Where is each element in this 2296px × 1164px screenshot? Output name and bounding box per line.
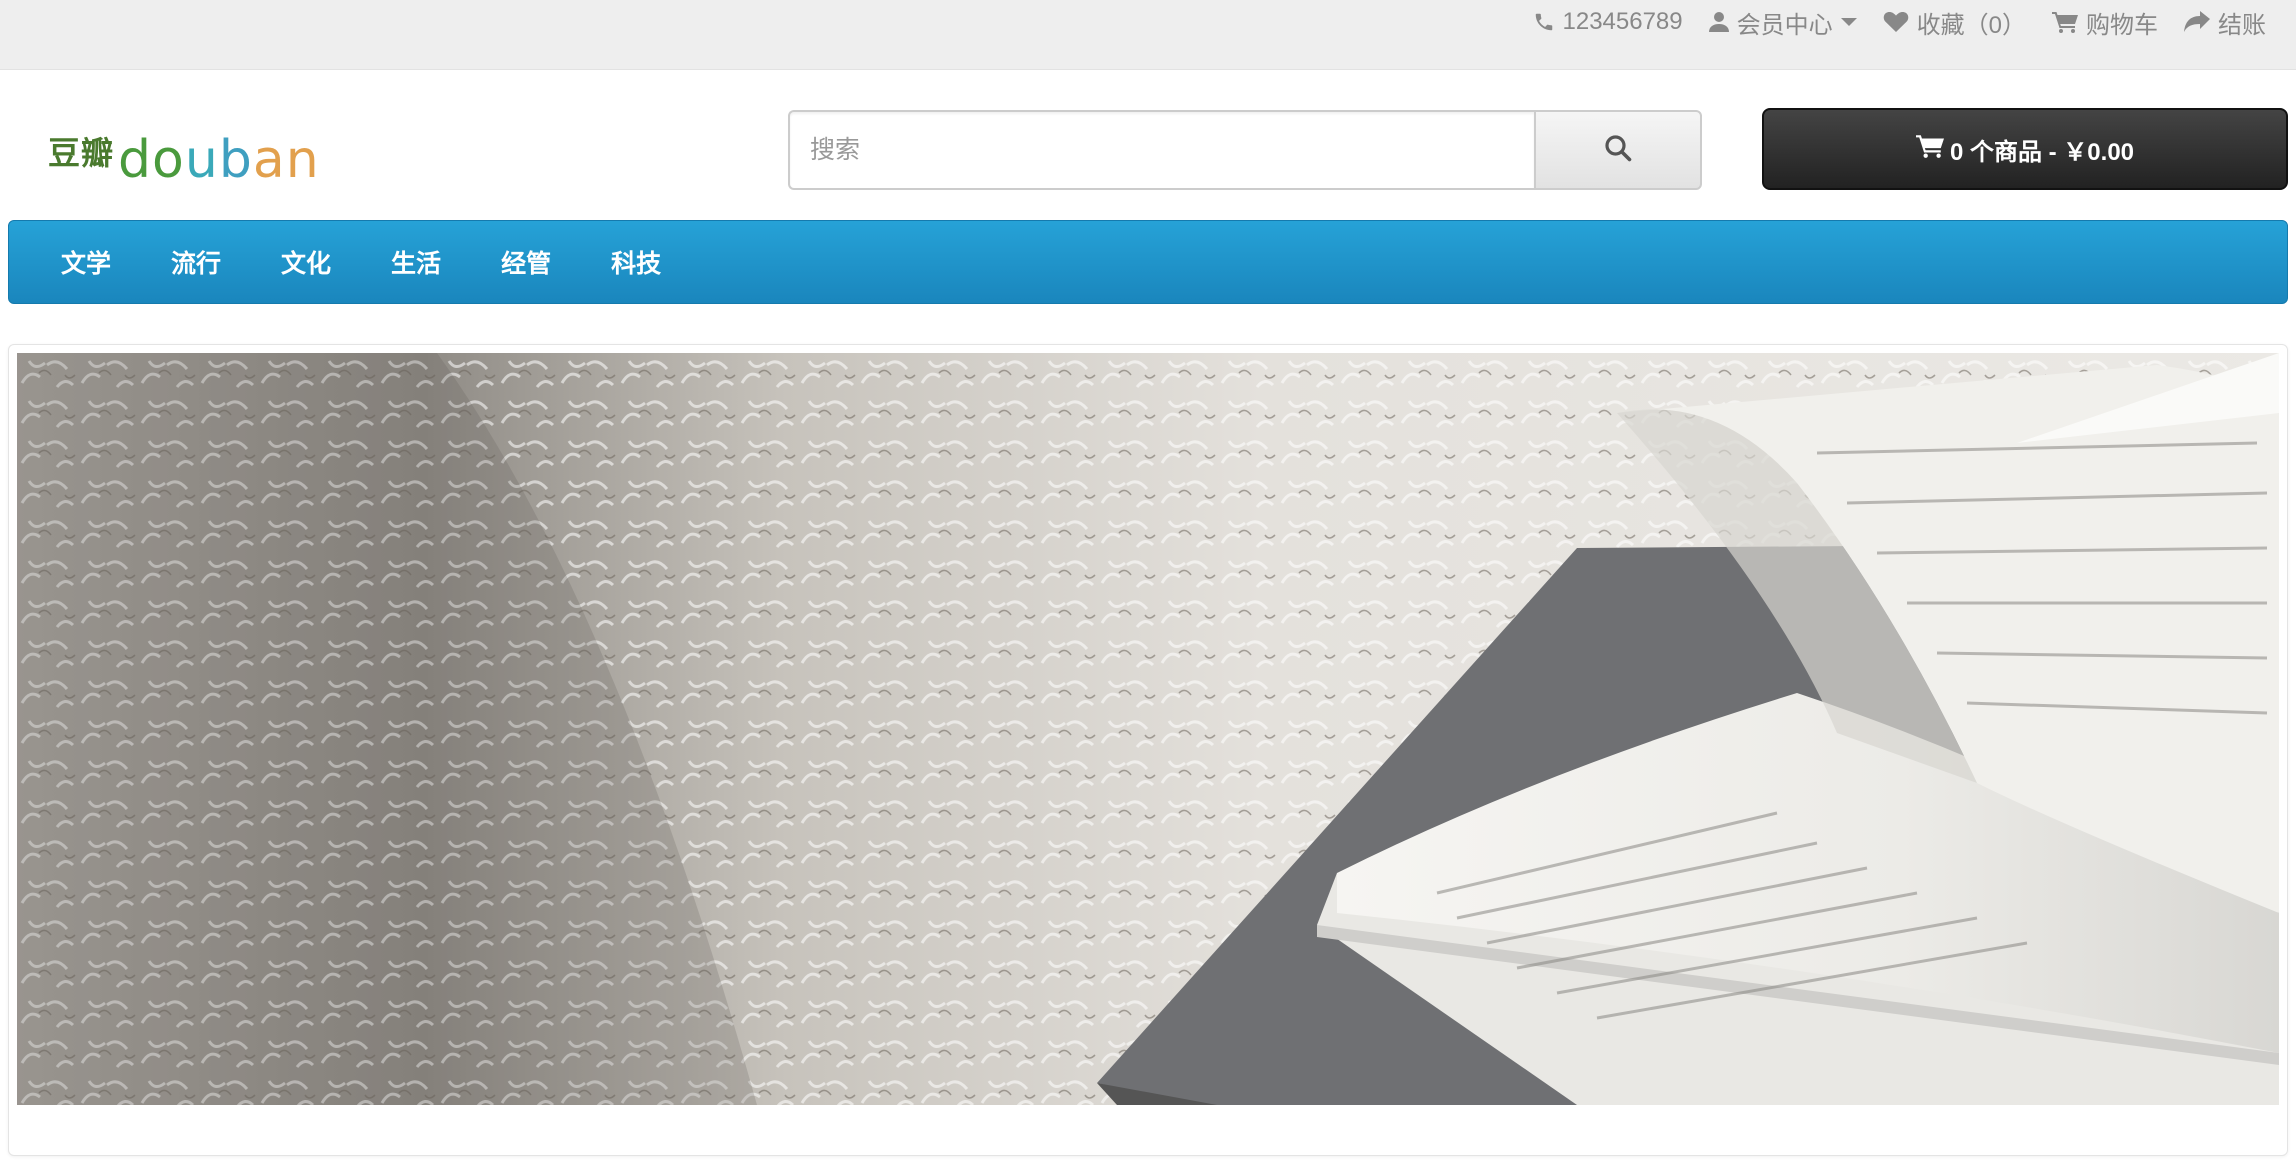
nav-item-technology[interactable]: 科技 xyxy=(611,244,661,280)
top-bar: 123456789 会员中心 收藏（0） 购物车 结账 xyxy=(0,0,2296,70)
search-icon xyxy=(1604,134,1632,167)
banner-frame xyxy=(8,344,2288,1156)
phone-link[interactable]: 123456789 xyxy=(1533,8,1683,36)
logo-chinese: 豆瓣 xyxy=(48,135,115,171)
phone-icon xyxy=(1533,11,1555,33)
nav-item-culture[interactable]: 文化 xyxy=(281,244,331,280)
search-input[interactable] xyxy=(788,110,1534,190)
cart-summary-text: 0 个商品 - ￥0.00 xyxy=(1949,138,2135,166)
nav-item-popular[interactable]: 流行 xyxy=(171,244,221,280)
nav-item-business[interactable]: 经管 xyxy=(501,244,551,280)
cart-label: 购物车 xyxy=(2086,11,2158,39)
member-center-link[interactable]: 会员中心 xyxy=(1708,5,1857,40)
caret-down-icon xyxy=(1840,17,1857,27)
cart-icon xyxy=(2052,11,2078,33)
favorites-link[interactable]: 收藏（0） xyxy=(1883,5,2026,40)
member-center-label: 会员中心 xyxy=(1736,11,1833,39)
top-links: 123456789 会员中心 收藏（0） 购物车 结账 xyxy=(1533,4,2266,40)
checkout-link[interactable]: 结账 xyxy=(2184,5,2266,40)
banner-illustration xyxy=(17,353,2279,1105)
user-icon xyxy=(1708,11,1729,33)
heart-icon xyxy=(1883,11,1909,33)
search-button[interactable] xyxy=(1534,110,1702,190)
banner-image[interactable] xyxy=(17,353,2279,1105)
cart-icon xyxy=(1915,134,1944,165)
search-bar xyxy=(788,110,1702,190)
nav-item-life[interactable]: 生活 xyxy=(391,244,441,280)
share-icon xyxy=(2184,11,2210,33)
cart-summary-button[interactable]: 0 个商品 - ￥0.00 xyxy=(1762,108,2288,190)
nav-item-literature[interactable]: 文学 xyxy=(61,244,111,280)
category-nav: 文学 流行 文化 生活 经管 科技 xyxy=(8,220,2288,304)
checkout-label: 结账 xyxy=(2218,11,2266,39)
phone-number: 123456789 xyxy=(1562,8,1683,35)
cart-link[interactable]: 购物车 xyxy=(2052,5,2158,40)
site-logo[interactable]: 豆瓣 douban xyxy=(48,126,320,186)
logo-english: douban xyxy=(118,130,320,190)
favorites-label: 收藏（0） xyxy=(1916,11,2026,39)
